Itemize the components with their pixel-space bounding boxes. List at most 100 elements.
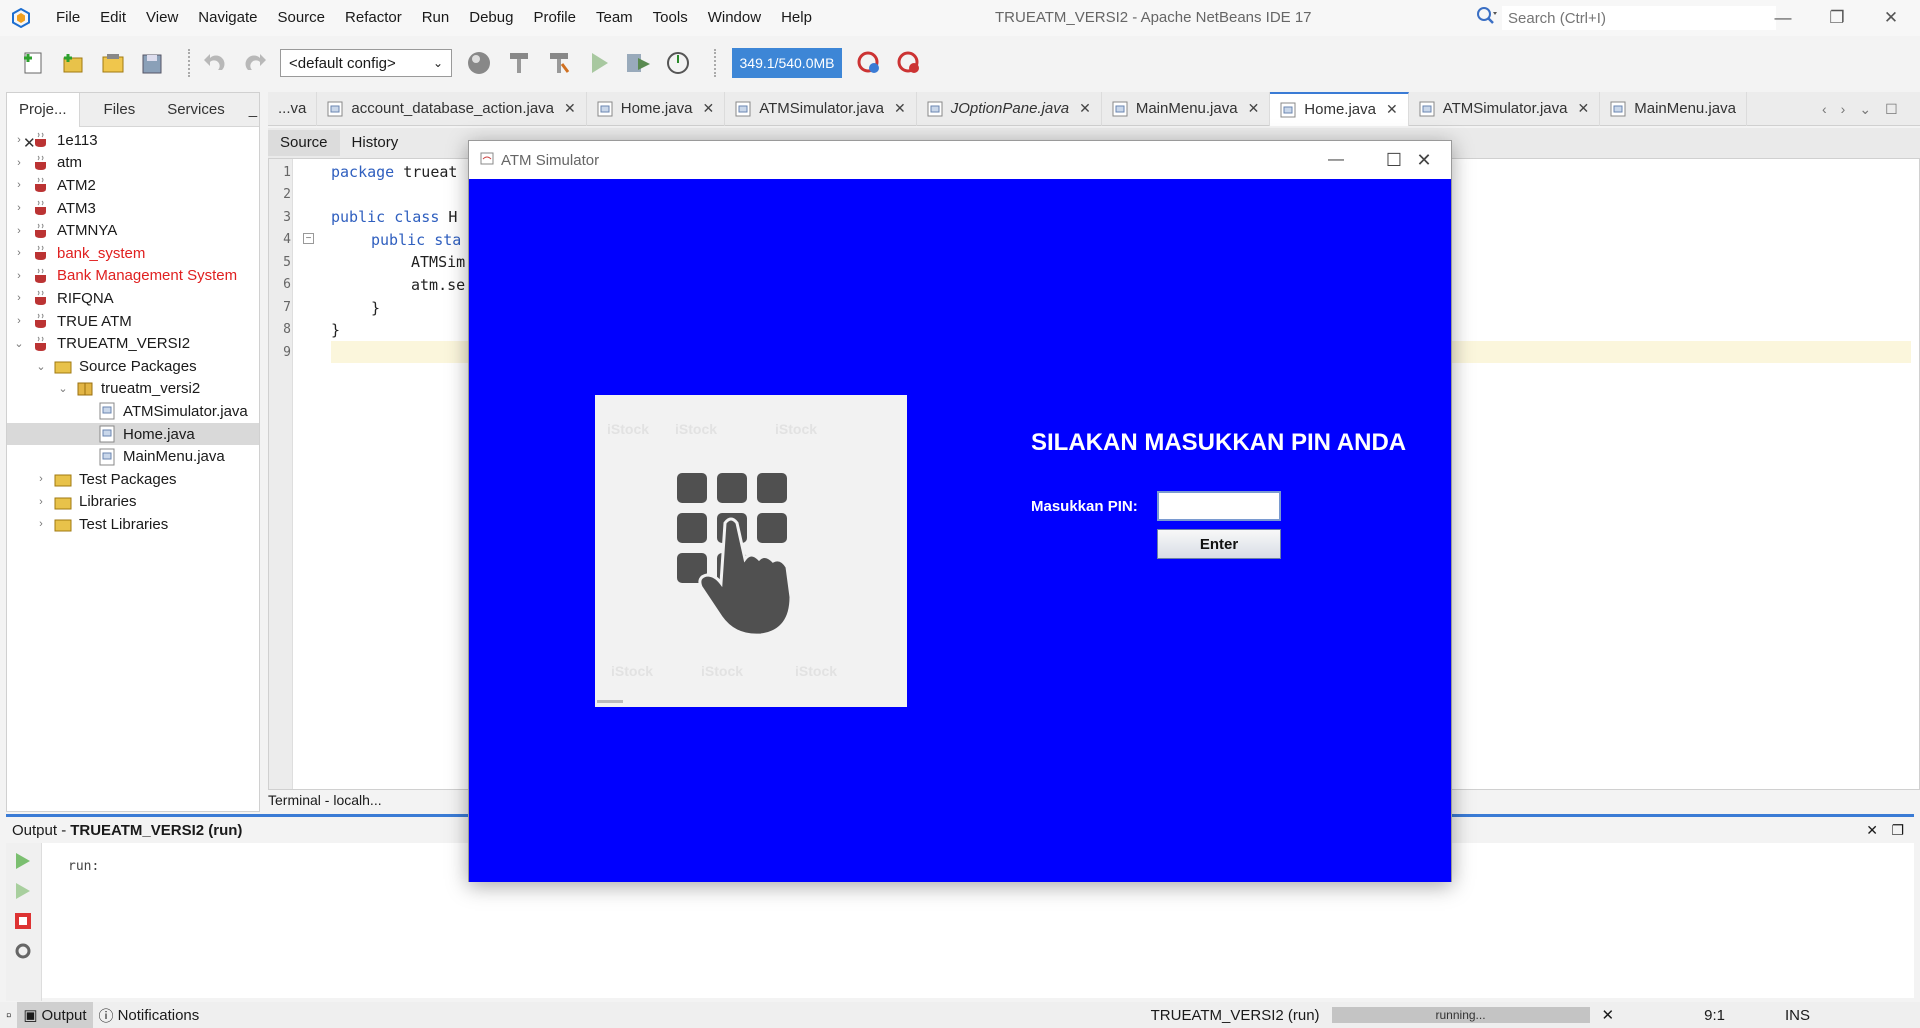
close-window-button[interactable]: ✕ [1868, 0, 1914, 36]
chevron-right-icon[interactable]: › [1841, 101, 1846, 117]
new-project-icon[interactable] [58, 48, 88, 78]
close-icon[interactable]: ✕ [1079, 100, 1091, 117]
minimize-button[interactable]: — [1760, 0, 1806, 36]
profile-icon[interactable] [664, 48, 694, 78]
settings-icon[interactable] [13, 941, 35, 963]
chevron-down-icon[interactable]: ⌄ [33, 360, 49, 373]
notifications-tab[interactable]: ⓘ Notifications [93, 1002, 206, 1028]
tree-item[interactable]: MainMenu.java [7, 445, 259, 468]
menu-source[interactable]: Source [267, 0, 335, 36]
tree-item[interactable]: ⌄ trueatm_versi2 [7, 378, 259, 401]
close-icon[interactable]: ✕ [1386, 101, 1398, 118]
chevron-right-icon[interactable]: › [11, 225, 27, 237]
run-icon[interactable] [584, 48, 614, 78]
search-box[interactable] [1476, 6, 1776, 30]
editor-tab[interactable]: ATMSimulator.java ✕ [725, 91, 917, 126]
atm-minimize-button[interactable]: — [1307, 141, 1365, 179]
menu-debug[interactable]: Debug [459, 0, 523, 36]
tree-item[interactable]: › Test Libraries [7, 513, 259, 536]
menu-team[interactable]: Team [586, 0, 643, 36]
maximize-icon[interactable]: ☐ [1885, 101, 1898, 118]
output-status-tab[interactable]: ▣ Output [17, 1002, 93, 1028]
chevron-right-icon[interactable]: › [11, 157, 27, 169]
cancel-run-icon[interactable]: ✕ [1602, 1006, 1615, 1024]
gc-icon[interactable] [854, 48, 884, 78]
atm-titlebar[interactable]: ATM Simulator — ☐ ✕ [469, 141, 1451, 179]
chevron-right-icon[interactable]: › [33, 496, 49, 508]
chevron-right-icon[interactable]: › [11, 315, 27, 327]
config-select[interactable]: <default config> ⌄ [280, 49, 452, 77]
memory-meter[interactable]: 349.1/540.0MB [732, 48, 842, 78]
chevron-right-icon[interactable]: › [11, 270, 27, 282]
tab-source[interactable]: Source [268, 130, 340, 156]
tree-item[interactable]: › ATM3 [7, 197, 259, 220]
tab-history[interactable]: History [340, 130, 411, 156]
stop-icon[interactable] [13, 911, 35, 933]
close-icon[interactable]: ✕ [702, 100, 714, 117]
tree-item[interactable]: › TRUE ATM [7, 310, 259, 333]
tree-item[interactable]: › Test Packages [7, 468, 259, 491]
atm-close-button[interactable]: ✕ [1395, 141, 1453, 179]
redo-icon[interactable] [240, 48, 270, 78]
editor-tab[interactable]: JOptionPane.java ✕ [917, 91, 1102, 126]
chevron-right-icon[interactable]: › [11, 247, 27, 259]
chevron-right-icon[interactable]: › [11, 134, 27, 146]
close-icon[interactable]: ✕ [1578, 100, 1590, 117]
close-icon[interactable]: ✕ [1248, 100, 1260, 117]
menu-refactor[interactable]: Refactor [335, 0, 412, 36]
tree-item[interactable]: › ATM2 [7, 174, 259, 197]
chevron-down-icon[interactable]: ⌄ [11, 337, 27, 350]
menu-tools[interactable]: Tools [643, 0, 698, 36]
open-project-icon[interactable] [98, 48, 128, 78]
enter-button[interactable]: Enter [1157, 529, 1281, 559]
profiler-snapshot-icon[interactable] [894, 48, 924, 78]
tree-item[interactable]: ATMSimulator.java [7, 400, 259, 423]
tab-projects[interactable]: Proje... ✕ [7, 92, 80, 152]
close-icon[interactable]: ✕ [1866, 822, 1878, 839]
menu-profile[interactable]: Profile [523, 0, 586, 36]
tab-files[interactable]: Files [92, 93, 148, 127]
editor-tab[interactable]: ...va [268, 91, 318, 126]
restore-button[interactable]: ❐ [1814, 0, 1860, 36]
save-all-icon[interactable] [138, 48, 168, 78]
chevron-right-icon[interactable]: › [11, 292, 27, 304]
menu-navigate[interactable]: Navigate [188, 0, 267, 36]
editor-tab[interactable]: ATMSimulator.java ✕ [1409, 91, 1601, 126]
chevron-right-icon[interactable]: › [33, 518, 49, 530]
menu-view[interactable]: View [136, 0, 188, 36]
restore-panel-icon[interactable]: ❐ [1891, 822, 1904, 839]
tree-item[interactable]: › Libraries [7, 491, 259, 514]
pin-input[interactable] [1157, 491, 1281, 521]
menu-edit[interactable]: Edit [90, 0, 136, 36]
tree-item[interactable]: ⌄ Source Packages [7, 355, 259, 378]
new-file-icon[interactable] [18, 48, 48, 78]
search-input[interactable] [1502, 6, 1776, 30]
rerun-with-params-icon[interactable] [13, 881, 35, 903]
fold-toggle-icon[interactable]: − [303, 233, 314, 244]
globe-icon[interactable] [464, 48, 494, 78]
tab-services[interactable]: Services [155, 93, 237, 127]
rerun-icon[interactable] [13, 851, 35, 873]
tree-item[interactable]: › RIFQNA [7, 287, 259, 310]
debug-icon[interactable] [624, 48, 654, 78]
tree-item[interactable]: › Bank Management System [7, 265, 259, 288]
chevron-right-icon[interactable]: › [33, 473, 49, 485]
undo-icon[interactable] [200, 48, 230, 78]
editor-tab[interactable]: MainMenu.java [1600, 91, 1747, 126]
chevron-down-icon[interactable]: ⌄ [55, 382, 71, 395]
tree-item[interactable]: Home.java [7, 422, 259, 446]
terminal-tab[interactable]: Terminal - localh... [268, 792, 468, 814]
chevron-down-icon[interactable]: ⌄ [1859, 101, 1871, 118]
status-left-icon[interactable]: ▫ [0, 1002, 17, 1028]
tree-item[interactable]: › bank_system [7, 242, 259, 265]
menu-file[interactable]: File [46, 0, 90, 36]
close-icon[interactable]: ✕ [564, 100, 576, 117]
chevron-right-icon[interactable]: › [11, 202, 27, 214]
tree-item[interactable]: › 1e113 [7, 129, 259, 152]
tree-item[interactable]: ⌄ TRUEATM_VERSI2 [7, 332, 259, 355]
close-icon[interactable]: ✕ [894, 100, 906, 117]
chevron-right-icon[interactable]: › [11, 179, 27, 191]
tree-item[interactable]: › ATMNYA [7, 219, 259, 242]
build-icon[interactable] [504, 48, 534, 78]
clean-build-icon[interactable] [544, 48, 574, 78]
